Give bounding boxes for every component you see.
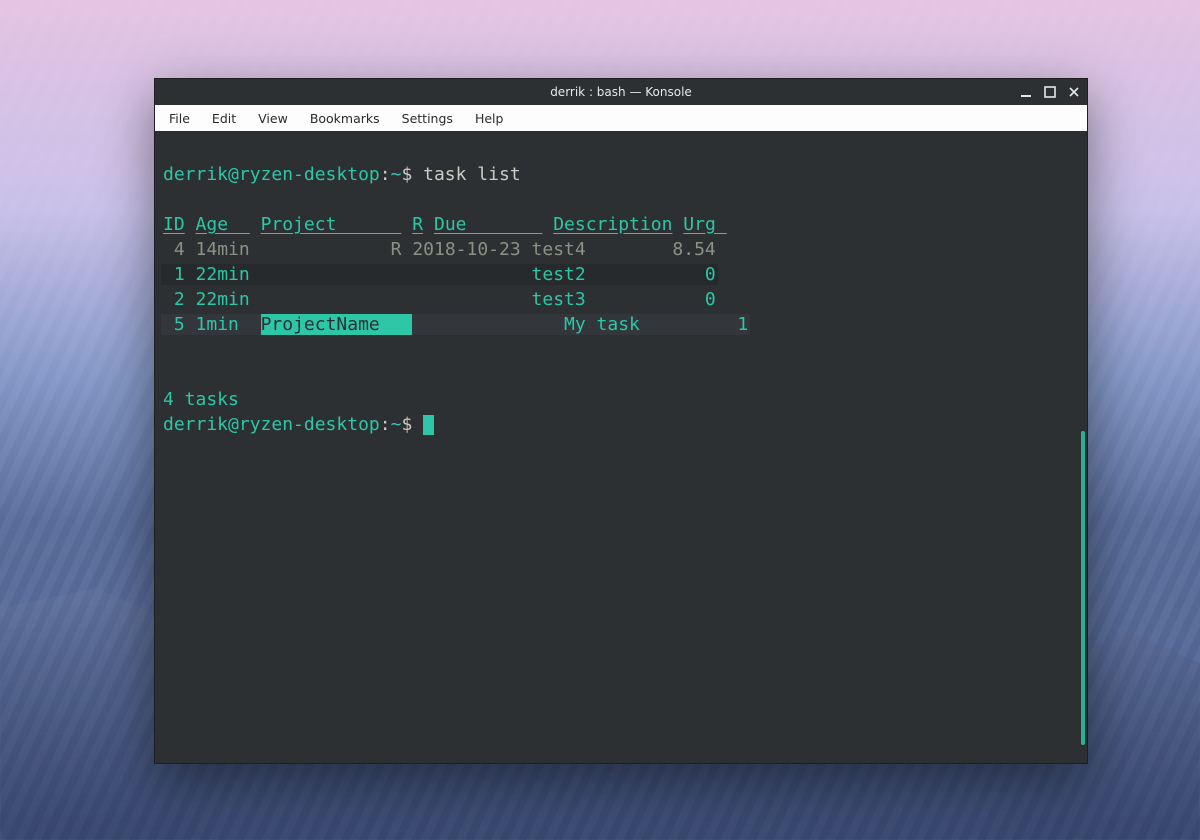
terminal-cursor	[423, 415, 434, 435]
menu-file[interactable]: File	[169, 111, 190, 126]
prompt-symbol: $	[401, 414, 412, 435]
prompt-colon: :	[380, 414, 391, 435]
prompt-command: task list	[423, 164, 521, 185]
menu-view[interactable]: View	[258, 111, 288, 126]
task-row: 4 14min R 2018-10-23 test4 8.54	[161, 239, 718, 260]
task-row: 1 22min test2 0	[161, 264, 718, 285]
prompt-cwd: ~	[391, 414, 402, 435]
prompt-cwd: ~	[391, 164, 402, 185]
task-row: 2 22min test3 0	[161, 289, 718, 310]
prompt-user-host: derrik@ryzen-desktop	[163, 164, 380, 185]
menubar: File Edit View Bookmarks Settings Help	[155, 105, 1087, 131]
window-title: derrik : bash — Konsole	[155, 85, 1087, 99]
minimize-icon[interactable]	[1019, 85, 1033, 99]
maximize-icon[interactable]	[1043, 85, 1057, 99]
titlebar[interactable]: derrik : bash — Konsole	[155, 79, 1087, 105]
close-icon[interactable]	[1067, 85, 1081, 99]
menu-help[interactable]: Help	[475, 111, 504, 126]
task-header-row: ID Age Project R Due Description Urg	[161, 214, 729, 235]
terminal-output[interactable]: derrik@ryzen-desktop:~$ task list ID Age…	[155, 131, 1087, 763]
task-row: 5 1min ProjectName My task 1	[161, 314, 750, 335]
window-controls	[1019, 79, 1081, 105]
konsole-window: derrik : bash — Konsole File Edit View B…	[154, 78, 1088, 764]
menu-edit[interactable]: Edit	[212, 111, 236, 126]
prompt-symbol: $	[401, 164, 412, 185]
menu-settings[interactable]: Settings	[402, 111, 453, 126]
scrollbar[interactable]	[1081, 431, 1085, 745]
prompt-user-host: derrik@ryzen-desktop	[163, 414, 380, 435]
task-summary: 4 tasks	[161, 389, 241, 410]
menu-bookmarks[interactable]: Bookmarks	[310, 111, 380, 126]
prompt-colon: :	[380, 164, 391, 185]
